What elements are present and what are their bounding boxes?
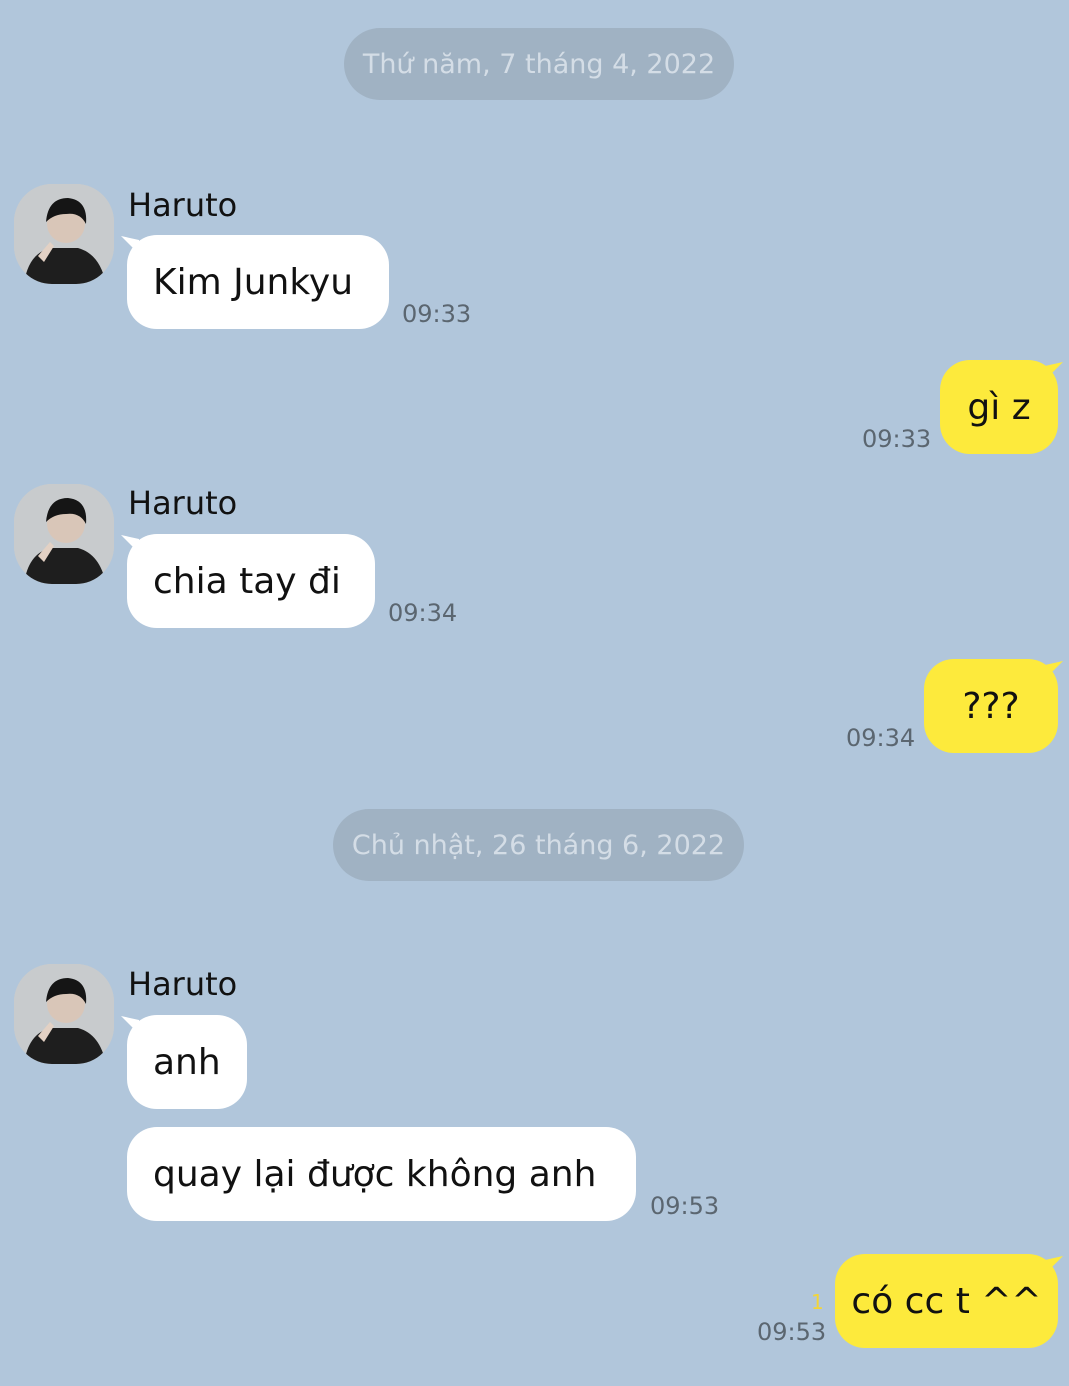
message-text: quay lại được không anh xyxy=(153,1153,597,1195)
message-bubble-outgoing[interactable]: ??? xyxy=(924,659,1058,753)
message-time: 09:33 xyxy=(402,300,472,328)
date-separator: Chủ nhật, 26 tháng 6, 2022 xyxy=(333,809,744,881)
message-bubble-incoming[interactable]: quay lại được không anh xyxy=(127,1127,636,1221)
sender-name: Haruto xyxy=(128,965,238,1003)
avatar-photo-icon xyxy=(14,484,114,584)
message-text: chia tay đi xyxy=(153,560,341,602)
date-label: Chủ nhật, 26 tháng 6, 2022 xyxy=(351,829,726,861)
message-text: Kim Junkyu xyxy=(153,261,354,303)
message-text: ??? xyxy=(962,685,1020,727)
message-bubble-outgoing[interactable]: gì z xyxy=(940,360,1058,454)
contact-avatar[interactable] xyxy=(14,964,114,1064)
message-text: anh xyxy=(153,1041,221,1083)
message-bubble-incoming[interactable]: anh xyxy=(127,1015,247,1109)
message-bubble-outgoing[interactable]: có cc t ^^ xyxy=(835,1254,1058,1348)
contact-avatar[interactable] xyxy=(14,184,114,284)
contact-avatar[interactable] xyxy=(14,484,114,584)
message-time: 09:53 xyxy=(650,1192,720,1220)
unread-count: 1 xyxy=(811,1290,824,1314)
avatar-photo-icon xyxy=(14,184,114,284)
message-bubble-incoming[interactable]: Kim Junkyu xyxy=(127,235,389,329)
avatar-photo-icon xyxy=(14,964,114,1064)
message-time: 09:34 xyxy=(846,724,916,752)
message-text: gì z xyxy=(967,386,1031,428)
date-separator: Thứ năm, 7 tháng 4, 2022 xyxy=(344,28,734,100)
date-label: Thứ năm, 7 tháng 4, 2022 xyxy=(362,48,716,80)
message-time: 09:34 xyxy=(388,599,458,627)
message-text: có cc t ^^ xyxy=(851,1280,1042,1322)
message-bubble-incoming[interactable]: chia tay đi xyxy=(127,534,375,628)
sender-name: Haruto xyxy=(128,484,238,522)
sender-name: Haruto xyxy=(128,186,238,224)
message-time: 09:53 xyxy=(757,1318,827,1346)
message-time: 09:33 xyxy=(862,425,932,453)
